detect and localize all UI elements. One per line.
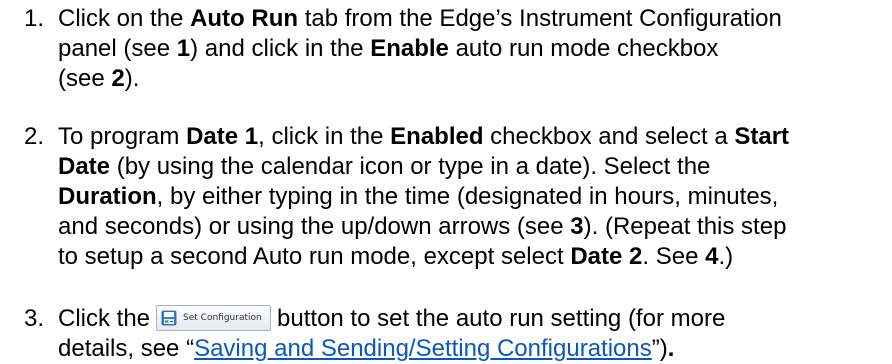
step-number: 1. [24, 5, 45, 32]
text-run: .) [718, 243, 734, 270]
text-run: to setup a second Auto run mode, except … [58, 243, 571, 270]
text-run: ”) [651, 335, 668, 362]
text-run: To program [58, 123, 187, 150]
text-run: ). [124, 65, 140, 92]
bold-term: Enable [370, 35, 449, 62]
step-text: Click the Set Configuration button to set … [58, 304, 878, 364]
bold-term: 4 [705, 243, 719, 270]
text-run: button to set the auto run setting (for … [277, 305, 726, 332]
step-text: To program Date 1, click in the Enabled … [58, 122, 878, 272]
text-run: , by either typing in the time (designat… [156, 183, 779, 210]
bold-term: 2 [111, 65, 125, 92]
text-run: tab from the Edge’s Instrument Configura… [298, 5, 782, 32]
text-run: Click on the [58, 5, 191, 32]
text-run: (see [58, 65, 112, 92]
text-run: (by using the calendar icon or type in a… [110, 153, 711, 180]
text-run: ) and click in the [190, 35, 371, 62]
text-run: panel (see [58, 35, 177, 62]
step-number: 2. [24, 123, 45, 150]
step-text: Click on the Auto Run tab from the Edge’… [58, 4, 878, 94]
bold-term: Start [734, 123, 790, 150]
set-configuration-label: Set Configuration [183, 312, 262, 323]
set-configuration-button[interactable]: Set Configuration [156, 304, 272, 331]
text-run: details, see “ [58, 335, 195, 362]
text-run: ). (Repeat this step [583, 213, 787, 240]
bold-term: 1 [176, 35, 191, 62]
step-number: 3. [24, 305, 45, 332]
bold-term: Date [58, 153, 111, 180]
bold-term: Duration [58, 183, 157, 210]
save-config-icon [161, 310, 177, 326]
text-run: , click in the [258, 123, 391, 150]
saving-configurations-link[interactable]: Saving and Sending/Setting Configuration… [194, 335, 652, 362]
bold-term: Date 1 [186, 123, 259, 150]
bold-term: Auto Run [190, 5, 299, 32]
instruction-page: 1. Click on the Auto Run tab from the Ed… [0, 0, 892, 364]
bold-term: 3 [570, 213, 584, 240]
text-run: checkbox and select a [483, 123, 735, 150]
text-run: and seconds) or using the up/down arrows… [58, 213, 571, 240]
bold-term: Date 2 [570, 243, 643, 270]
text-run: Click the [58, 305, 151, 332]
bold-term: . [667, 335, 675, 362]
bold-term: Enabled [390, 123, 484, 150]
text-run: auto run mode checkbox [448, 35, 719, 62]
text-run: . See [642, 243, 706, 270]
